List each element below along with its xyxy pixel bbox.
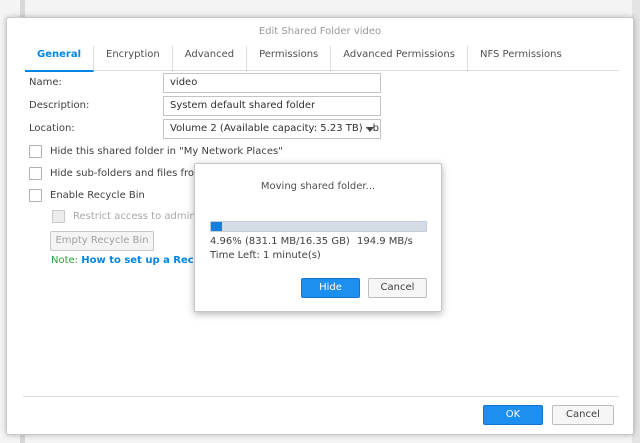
tab-encryption[interactable]: Encryption [94,46,173,72]
hide-subfolders-row[interactable]: Hide sub-folders and files from us [29,167,219,180]
empty-recycle-bin-button: Empty Recycle Bin [50,231,154,251]
tab-advanced-permissions[interactable]: Advanced Permissions [331,46,468,72]
dialog-cancel-button[interactable]: Cancel [368,278,427,298]
footer-divider [23,396,619,397]
dialog-title: Moving shared folder... [260,181,376,192]
hide-network-places-label: Hide this shared folder in "My Network P… [50,146,283,157]
chevron-down-icon [366,127,374,132]
location-value: Volume 2 (Available capacity: 5.23 TB) -… [170,123,379,134]
description-label: Description: [29,100,90,111]
tab-advanced[interactable]: Advanced [173,46,248,72]
moving-folder-dialog: Moving shared folder... 4.96% (831.1 MB/… [194,163,442,312]
time-left: Time Left: 1 minute(s) [210,250,321,261]
tab-general[interactable]: General [25,46,94,72]
enable-recycle-bin-label: Enable Recycle Bin [50,190,145,201]
cancel-button[interactable]: Cancel [552,405,614,425]
note-label: Note: [51,255,79,266]
progress-text: 4.96% (831.1 MB/16.35 GB) [210,236,350,247]
name-label: Name: [29,77,62,88]
tab-permissions[interactable]: Permissions [247,46,332,72]
window-title: Edit Shared Folder video [258,26,382,37]
progress-bar [210,221,427,232]
recycle-bin-note: Note: How to set up a Recycle [51,255,216,266]
tab-bar: General Encryption Advanced Permissions … [25,44,619,72]
location-label: Location: [29,123,75,134]
tab-nfs-permissions[interactable]: NFS Permissions [468,46,574,72]
enable-recycle-bin-row[interactable]: Enable Recycle Bin [29,189,145,202]
name-input[interactable]: video [163,73,381,93]
enable-recycle-bin-checkbox[interactable] [29,189,42,202]
ok-button[interactable]: OK [483,405,543,425]
transfer-speed: 194.9 MB/s [357,236,413,247]
description-input[interactable]: System default shared folder [163,96,381,116]
restrict-access-row: Restrict access to administra [52,210,218,223]
hide-subfolders-checkbox[interactable] [29,167,42,180]
restrict-access-checkbox [52,210,65,223]
hide-button[interactable]: Hide [301,278,360,298]
hide-network-places-row[interactable]: Hide this shared folder in "My Network P… [29,145,283,158]
hide-network-places-checkbox[interactable] [29,145,42,158]
progress-fill [211,222,222,231]
location-select[interactable]: Volume 2 (Available capacity: 5.23 TB) -… [163,119,381,139]
